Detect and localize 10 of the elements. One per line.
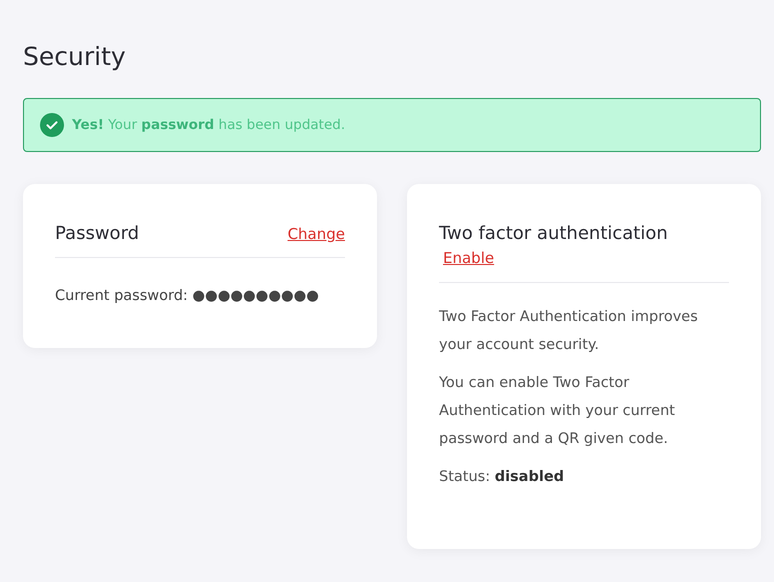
alert-message: Yes! Your password has been updated. (72, 116, 346, 135)
page-title: Security (23, 42, 127, 72)
card-title: Password (55, 222, 140, 246)
change-link[interactable]: Change (288, 223, 345, 246)
paragraph: You can enable Two Factor Authentication with your current password and a QR given code. (439, 374, 676, 449)
current-password-text: Current password: ●●●●●●●●●● (55, 287, 320, 306)
card-title: Two factor authentication (439, 222, 669, 246)
paragraph: Status: disabled (439, 468, 566, 487)
enable-link[interactable]: Enable (443, 249, 494, 267)
paragraph: Two Factor Authentication improves your account security. (439, 308, 699, 355)
